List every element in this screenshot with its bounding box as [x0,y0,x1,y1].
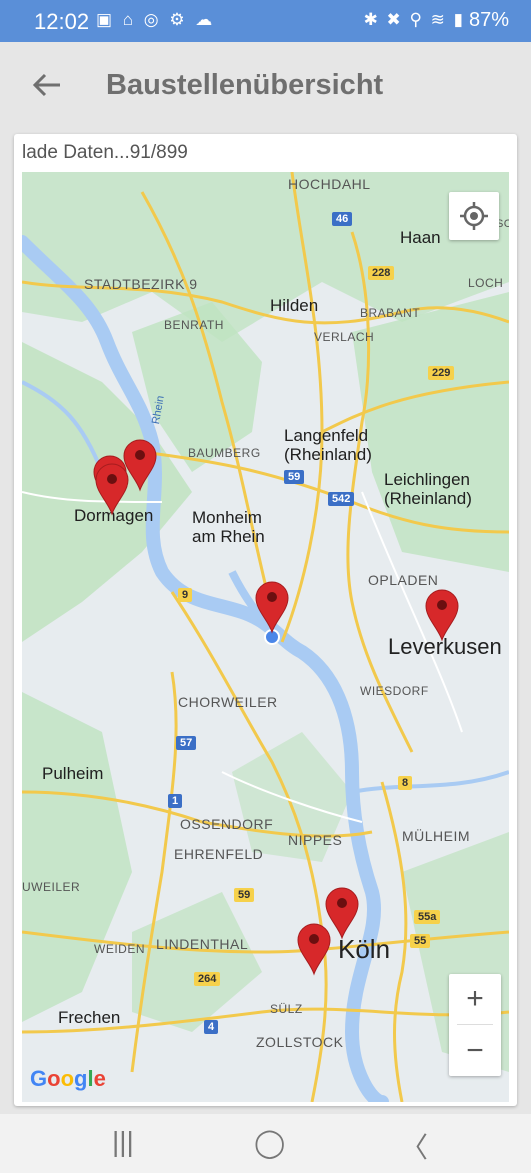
road-shield-264: 264 [194,972,221,986]
label-muelheim: MÜLHEIM [402,828,471,844]
road-shield-4: 4 [204,1020,219,1034]
crosshair-icon [460,202,488,230]
battery-level: 87% [468,9,509,31]
label-lindenthal: LINDENTHAL [156,936,249,952]
label-opladen: OPLADEN [368,572,439,588]
road-shield-1: 1 [168,794,183,808]
road-shield-46: 46 [332,212,353,226]
road-shield-229: 229 [428,366,455,380]
arrow-left-icon [32,73,60,97]
zoom-divider [457,1024,493,1025]
road-shield-542: 542 [328,492,355,506]
label-ehrenfeld: EHRENFELD [174,846,264,862]
zoom-out-button[interactable]: − [449,1026,501,1076]
label-baumberg: BAUMBERG [188,446,261,460]
road-shield-228: 228 [368,266,395,280]
label-verlach: VERLACH [314,330,375,344]
label-hilden: Hilden [270,296,319,315]
label-wiesdorf: WIESDORF [360,684,429,698]
map-view[interactable]: HOCHDAHL Haan KNIPBUSCH STADTBEZIRK 9 LO… [22,172,509,1102]
road-shield-55a: 55a [414,910,441,924]
map-marker[interactable] [254,580,290,634]
label-suelz: SÜLZ [270,1002,303,1016]
back-button[interactable] [30,68,64,102]
label-leichlingen: Leichlingen (Rheinland) [384,470,472,508]
system-nav-bar: ||| ◯ 〈 [0,1114,531,1173]
map-marker[interactable] [296,922,332,976]
label-weiden: WEIDEN [94,942,145,956]
label-nippes: NIPPES [288,832,343,848]
label-hochdahl: HOCHDAHL [288,176,371,192]
nav-back-button[interactable]: 〈 [400,1126,428,1166]
label-loch: LOCH [468,276,504,290]
label-haan: Haan [400,228,441,247]
zoom-in-button[interactable]: + [449,974,501,1024]
google-logo: Google [30,1066,106,1091]
label-zollstock: ZOLLSTOCK [256,1034,344,1050]
notification-icons: ▣ ⌂ ◎ ⚙ ☁ [96,10,216,29]
status-bar: 12:02 ▣ ⌂ ◎ ⚙ ☁ ✱ ✖ ⚲ ≋ ▮ 87% [0,0,531,42]
home-button[interactable]: ◯ [254,1126,285,1159]
label-stadtbezirk9: STADTBEZIRK 9 [84,276,198,292]
label-frechen: Frechen [58,1008,121,1027]
label-monheim: Monheim am Rhein [192,508,265,546]
label-langenfeld: Langenfeld (Rheinland) [284,426,372,464]
label-benrath: BENRATH [164,318,224,332]
road-shield-9: 9 [178,588,193,602]
label-ossendorf: OSSENDORF [180,816,274,832]
map-card: lade Daten...91/899 HOCHDAHL Haan STADTB… [14,134,517,1106]
map-marker[interactable] [122,438,158,492]
recents-button[interactable]: ||| [112,1126,134,1158]
zoom-control: + − [449,974,501,1076]
app-bar: Baustellenübersicht [0,42,531,132]
my-location-button[interactable] [449,192,499,240]
road-shield-59-north: 59 [284,470,305,484]
label-brabant: BRABANT [360,306,421,320]
label-pulheim: Pulheim [42,764,104,783]
status-time: 12:02 [34,9,90,34]
system-status-icons: ✱ ✖ ⚲ ≋ ▮ [363,10,465,29]
page-title: Baustellenübersicht [106,69,384,101]
road-shield-8: 8 [398,776,413,790]
label-chorweiler: CHORWEILER [178,694,278,710]
road-shield-55: 55 [410,934,431,948]
road-shield-57: 57 [176,736,197,750]
map-marker[interactable] [424,588,460,642]
label-uweiler: UWEILER [22,880,81,894]
loading-status: lade Daten...91/899 [22,142,188,163]
road-shield-59-south: 59 [234,888,255,902]
